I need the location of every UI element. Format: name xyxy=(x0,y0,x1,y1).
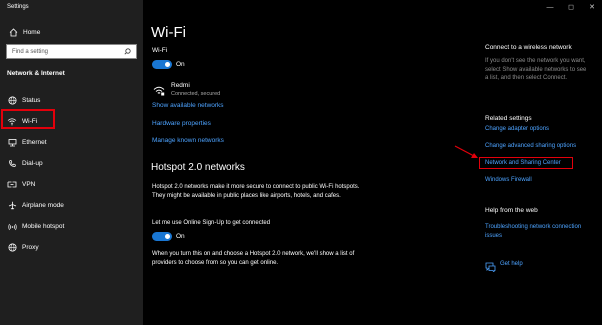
red-arrow-annotation xyxy=(454,145,478,158)
get-help-link[interactable]: Get help xyxy=(500,261,523,267)
help-heading: Help from the web xyxy=(485,207,538,214)
troubleshooting-link[interactable]: Troubleshooting network connection issue… xyxy=(485,223,595,240)
close-button[interactable]: ✕ xyxy=(585,1,599,13)
minimize-button[interactable]: — xyxy=(543,1,557,13)
maximize-button[interactable]: ◻ xyxy=(564,1,578,13)
get-help-icon xyxy=(485,259,496,277)
